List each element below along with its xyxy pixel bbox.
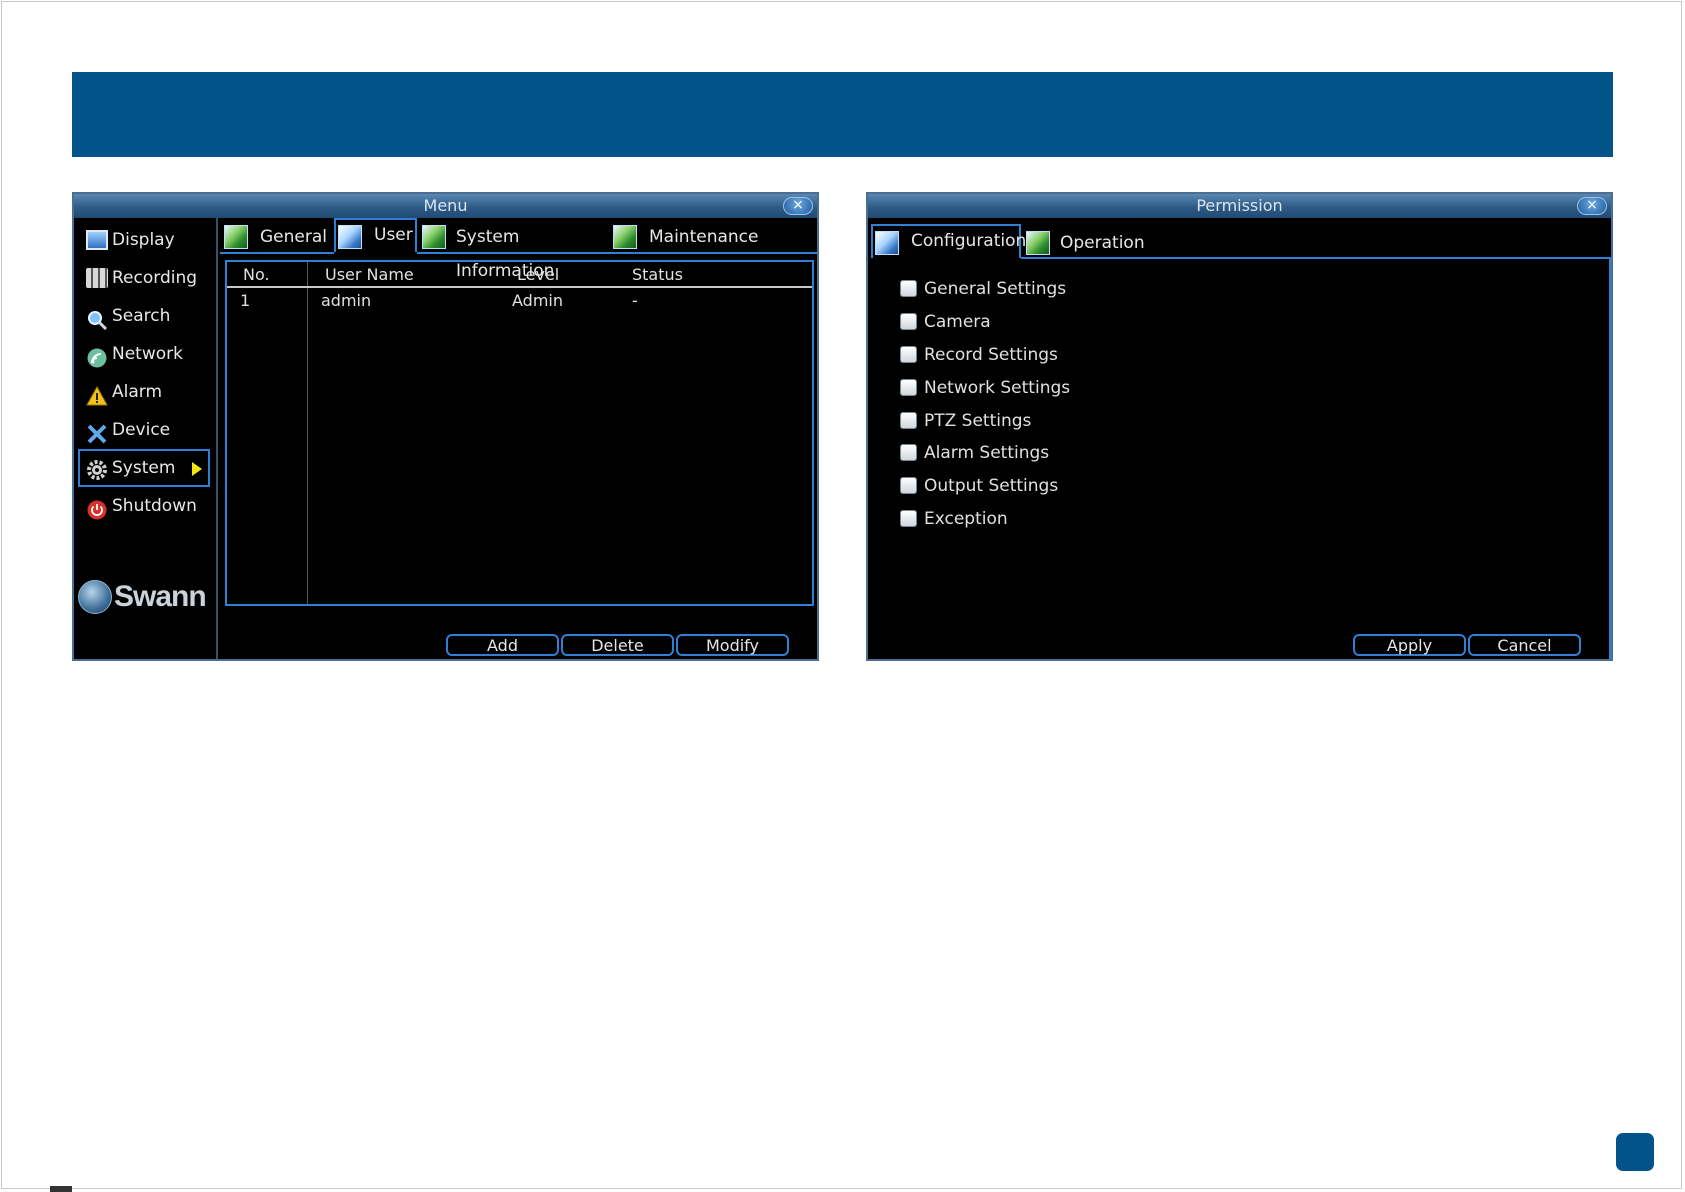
- sidebar-item-label: Network: [112, 344, 183, 364]
- checkbox-label: General Settings: [924, 279, 1067, 299]
- tab-underline: [417, 252, 817, 254]
- close-icon[interactable]: ×: [783, 197, 813, 215]
- column-divider: [307, 262, 308, 604]
- tab-label: Operation: [1060, 233, 1145, 253]
- checkbox-label: PTZ Settings: [924, 411, 1032, 431]
- corner-mark: [50, 1186, 72, 1192]
- page-number-badge: [1616, 1133, 1654, 1171]
- checkbox-label: Exception: [924, 509, 1008, 529]
- tab-system-information[interactable]: System Information: [420, 220, 600, 281]
- permission-window: Permission × Configuration Operation Gen…: [866, 192, 1613, 661]
- tab-label: Configuration: [911, 231, 1027, 251]
- configuration-tab-icon: [875, 231, 899, 255]
- sidebar-item-device[interactable]: Device: [78, 411, 210, 449]
- tab-general[interactable]: General: [222, 220, 327, 254]
- user-table: No. User Name Level Status 1 admin Admin…: [225, 260, 814, 606]
- tab-operation[interactable]: Operation: [1024, 226, 1145, 260]
- sidebar: Display Recording Search Network Alarm D…: [74, 218, 218, 659]
- recording-icon: [86, 268, 108, 288]
- checkbox[interactable]: [900, 313, 917, 330]
- selected-arrow-icon: [192, 462, 202, 476]
- sidebar-item-recording[interactable]: Recording: [78, 259, 210, 297]
- sidebar-item-label: Search: [112, 306, 171, 326]
- checkbox-label: Record Settings: [924, 345, 1058, 365]
- sidebar-item-display[interactable]: Display: [78, 221, 210, 259]
- checkbox-label: Output Settings: [924, 476, 1059, 496]
- alarm-icon: [86, 382, 108, 406]
- sidebar-item-system[interactable]: System: [78, 449, 210, 487]
- cell-level: Admin: [512, 291, 563, 310]
- swann-logo-icon: [78, 580, 112, 614]
- sidebar-item-shutdown[interactable]: Shutdown: [78, 487, 210, 525]
- network-icon: [86, 344, 108, 368]
- sidebar-item-label: Recording: [112, 268, 198, 288]
- modify-button[interactable]: Modify: [676, 634, 789, 656]
- checkbox[interactable]: [900, 444, 917, 461]
- sidebar-item-search[interactable]: Search: [78, 297, 210, 335]
- menu-window: Menu × Display Recording Search Network: [72, 192, 819, 661]
- sidebar-item-label: Alarm: [112, 382, 163, 402]
- menu-title: Menu: [423, 196, 468, 215]
- swann-logo: Swann: [78, 577, 214, 617]
- checkbox[interactable]: [900, 280, 917, 297]
- checkbox[interactable]: [900, 510, 917, 527]
- sidebar-item-label: System: [112, 458, 176, 478]
- tab-label: User: [374, 225, 413, 245]
- checkbox-label: Network Settings: [924, 378, 1071, 398]
- permission-titlebar: Permission ×: [868, 194, 1611, 218]
- add-button[interactable]: Add: [446, 634, 559, 656]
- sidebar-item-label: Shutdown: [112, 496, 197, 516]
- logo-text: Swann: [114, 580, 207, 613]
- maintenance-tab-icon: [613, 225, 637, 249]
- cell-status: -: [632, 291, 638, 310]
- header-banner: [72, 72, 1613, 157]
- tab-underline: [220, 252, 334, 254]
- checkbox[interactable]: [900, 379, 917, 396]
- sidebar-item-alarm[interactable]: Alarm: [78, 373, 210, 411]
- tab-label: General: [260, 227, 327, 247]
- sidebar-item-network[interactable]: Network: [78, 335, 210, 373]
- gear-icon: [86, 458, 108, 480]
- column-header-user-name: User Name: [325, 265, 414, 284]
- column-header-status: Status: [632, 265, 683, 284]
- tab-underline: [1021, 257, 1611, 259]
- general-tab-icon: [224, 225, 248, 249]
- close-icon[interactable]: ×: [1577, 197, 1607, 215]
- tab-label: Maintenance: [649, 227, 759, 247]
- permission-title: Permission: [1196, 196, 1283, 215]
- system-information-tab-icon: [422, 225, 446, 249]
- operation-tab-icon: [1026, 231, 1050, 255]
- sidebar-item-label: Device: [112, 420, 171, 440]
- user-tab-icon: [338, 225, 362, 249]
- checkbox[interactable]: [900, 346, 917, 363]
- menu-titlebar: Menu ×: [74, 194, 817, 218]
- search-icon: [86, 306, 108, 331]
- display-icon: [86, 230, 108, 250]
- checkbox[interactable]: [900, 412, 917, 429]
- checkbox-label: Alarm Settings: [924, 443, 1050, 463]
- column-header-no: No.: [243, 265, 270, 284]
- device-icon: [86, 420, 108, 444]
- delete-button[interactable]: Delete: [561, 634, 674, 656]
- tab-configuration[interactable]: Configuration: [871, 224, 1026, 258]
- checkbox[interactable]: [900, 477, 917, 494]
- tab-user[interactable]: User: [334, 218, 417, 252]
- cell-user-name: admin: [321, 291, 372, 310]
- tab-maintenance[interactable]: Maintenance: [611, 220, 761, 254]
- cancel-button[interactable]: Cancel: [1468, 634, 1581, 656]
- column-header-level: Level: [517, 265, 560, 284]
- power-icon: [86, 496, 108, 520]
- cell-no: 1: [240, 291, 251, 310]
- sidebar-item-label: Display: [112, 230, 175, 250]
- checkbox-label: Camera: [924, 312, 991, 332]
- apply-button[interactable]: Apply: [1353, 634, 1466, 656]
